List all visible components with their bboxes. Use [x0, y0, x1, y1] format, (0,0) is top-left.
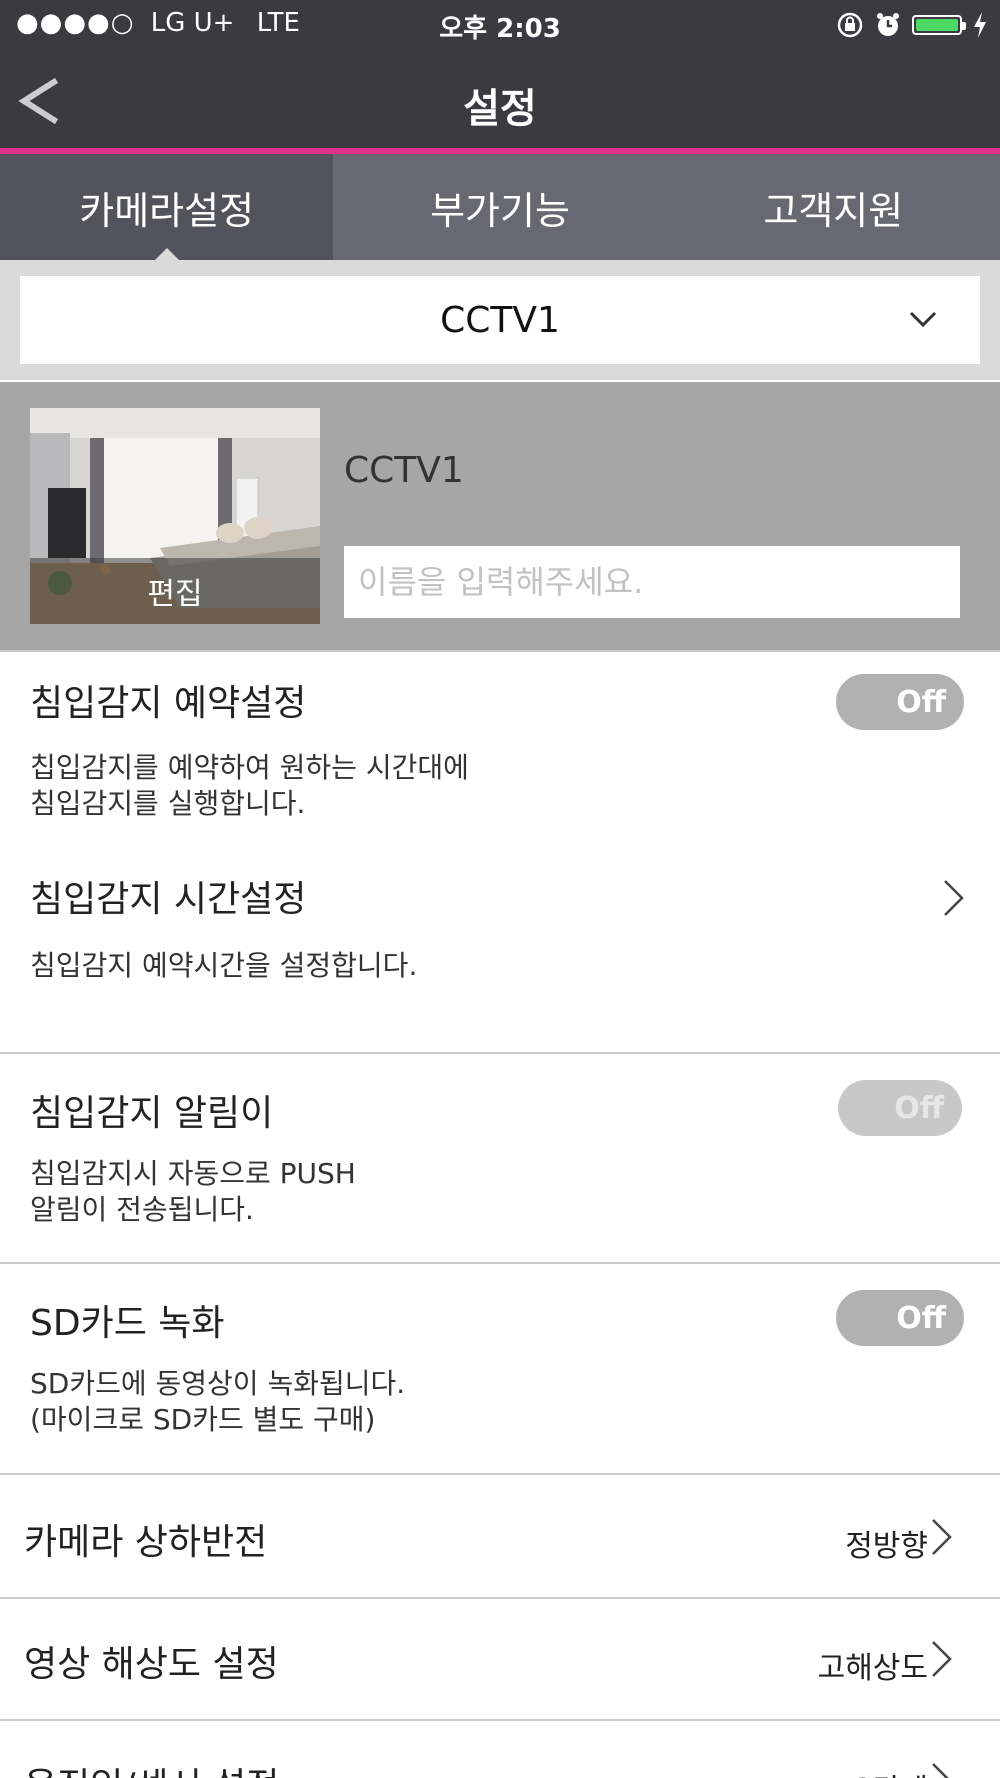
video-resolution-title: 영상 해상도 설정: [24, 1644, 279, 1685]
camera-thumbnail[interactable]: 편집: [30, 408, 320, 624]
intrusion-schedule-desc-2: 침입감지를 실행합니다.: [30, 787, 306, 820]
video-resolution-value: 고해상도: [817, 1651, 928, 1686]
motion-sensor-value: 3단계: [854, 1765, 928, 1778]
camera-selector-value: CCTV1: [440, 299, 560, 341]
section-divider: [0, 1052, 1000, 1054]
navigation-bar: 설정: [0, 50, 1000, 150]
tab-camera-settings[interactable]: 카메라설정: [0, 154, 334, 260]
tab-extra-features[interactable]: 부가기능: [333, 154, 666, 260]
section-divider: [0, 650, 1000, 652]
intrusion-schedule-desc-1: 칩입감지를 예약하여 원하는 시간대에: [30, 751, 469, 784]
sd-recording-desc-2: (마이크로 SD카드 별도 구매): [30, 1403, 376, 1436]
intrusion-alert-desc-2: 알림이 전송됩니다.: [30, 1193, 254, 1226]
camera-selector-dropdown[interactable]: CCTV1: [20, 276, 980, 364]
camera-info-card: 편집 CCTV1: [0, 382, 1000, 650]
camera-name-label: CCTV1: [344, 450, 464, 491]
chevron-down-icon: [909, 311, 937, 328]
camera-name-input[interactable]: [344, 546, 960, 618]
intrusion-alert-toggle[interactable]: Off: [838, 1080, 962, 1136]
chevron-right-icon: [932, 1763, 949, 1778]
camera-flip-title: 카메라 상하반전: [24, 1522, 268, 1563]
intrusion-time-desc: 침입감지 예약시간을 설정합니다.: [30, 949, 418, 982]
section-divider: [0, 1262, 1000, 1264]
page-title: 설정: [463, 86, 537, 132]
sd-recording-toggle[interactable]: Off: [836, 1290, 964, 1346]
tab-bar: 카메라설정 부가기능 고객지원: [0, 154, 1000, 260]
video-resolution-row[interactable]: 영상 해상도 설정 고해상도: [0, 1599, 1000, 1719]
motion-sensor-title: 움직임/센서 설정: [24, 1757, 279, 1778]
intrusion-time-row[interactable]: 침입감지 시간설정 침입감지 예약시간을 설정합니다.: [0, 862, 1000, 1052]
camera-flip-row[interactable]: 카메라 상하반전 정방향: [0, 1475, 1000, 1597]
intrusion-schedule-toggle[interactable]: Off: [836, 674, 964, 730]
sd-recording-desc-1: SD카드에 동영상이 녹화됩니다.: [30, 1367, 406, 1400]
motion-sensor-row[interactable]: 움직임/센서 설정 3단계: [0, 1721, 1000, 1778]
intrusion-schedule-title: 침입감지 예약설정: [30, 683, 307, 724]
chevron-right-icon: [932, 1519, 952, 1555]
tab-customer-support[interactable]: 고객지원: [667, 154, 1000, 260]
status-right: [836, 10, 988, 40]
chevron-right-icon: [944, 880, 964, 916]
camera-flip-value: 정방향: [845, 1529, 928, 1564]
camera-selector-container: CCTV1: [0, 260, 1000, 380]
sd-recording-title: SD카드 녹화: [30, 1303, 225, 1344]
rotation-lock-icon: [837, 12, 863, 38]
chevron-right-icon: [932, 1641, 952, 1677]
battery-icon: [912, 15, 966, 35]
charging-bolt-icon: [974, 12, 986, 38]
status-bar: ●●●●○ LG U+ LTE 오후 2:03: [0, 0, 1000, 50]
intrusion-alert-title: 침입감지 알림이: [30, 1093, 274, 1134]
intrusion-alert-desc-1: 침입감지시 자동으로 PUSH: [30, 1157, 356, 1190]
edit-thumbnail-button[interactable]: 편집: [30, 558, 320, 624]
alarm-icon: [877, 13, 899, 36]
intrusion-time-title: 침입감지 시간설정: [30, 879, 307, 920]
